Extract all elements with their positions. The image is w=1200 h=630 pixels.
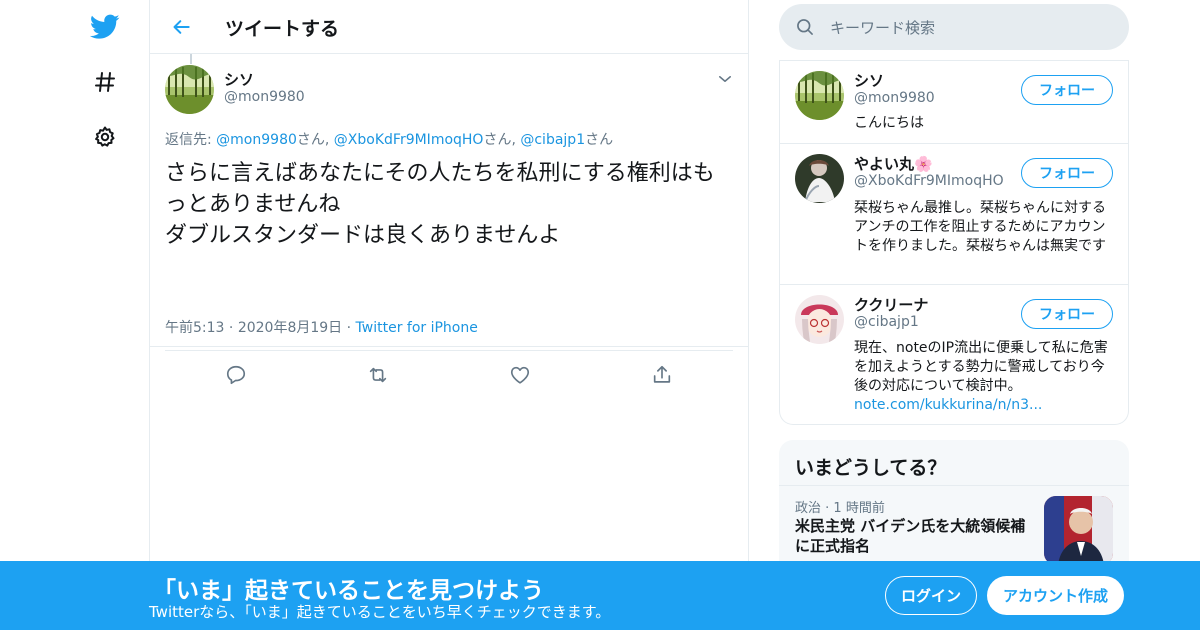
- separator-dot: ·: [342, 320, 356, 336]
- user-handle[interactable]: @cibajp1: [854, 314, 919, 330]
- reply-to: 返信先: @mon9980さん, @XboKdFr9MImoqHOさん, @ci…: [165, 129, 613, 149]
- user-row[interactable]: シソ @mon9980 こんにちは フォロー: [780, 60, 1128, 143]
- separator-dot: ·: [224, 320, 238, 336]
- mention-link[interactable]: @cibajp1: [520, 132, 585, 148]
- left-nav: [0, 0, 150, 630]
- page-title: ツイートする: [225, 18, 340, 40]
- trend-category: 政治: [795, 501, 822, 516]
- login-button[interactable]: ログイン: [885, 576, 977, 615]
- tweet-date[interactable]: 2020年8月19日: [238, 320, 342, 336]
- chevron-down-icon[interactable]: [716, 70, 734, 88]
- trend-thumbnail[interactable]: [1044, 496, 1113, 565]
- banner-subtitle: Twitterなら、「いま」起きていることをいち早くチェックできます。: [149, 603, 611, 621]
- reply-label: 返信先:: [165, 132, 217, 148]
- trend-meta: 政治 · 1 時間前: [795, 497, 885, 516]
- user-row[interactable]: やよい丸🌸 @XboKdFr9MImoqHO 栞桜ちゃん最推し。栞桜ちゃんに対す…: [780, 143, 1128, 284]
- author-name[interactable]: シソ: [224, 69, 254, 90]
- user-name[interactable]: ククリーナ: [854, 294, 928, 315]
- mention-suffix: さん,: [483, 132, 521, 148]
- divider: [779, 485, 1129, 486]
- follow-button[interactable]: フォロー: [1021, 299, 1113, 329]
- back-arrow-icon[interactable]: [168, 13, 196, 41]
- page-header: ツイートする: [150, 0, 748, 54]
- separator-dot: ·: [821, 501, 834, 516]
- divider: [165, 350, 733, 351]
- thread-line: [190, 54, 192, 64]
- trends-title: いまどうしてる？: [795, 457, 947, 479]
- mention-link[interactable]: @XboKdFr9MImoqHO: [334, 132, 484, 148]
- trend-time: 1 時間前: [833, 501, 885, 516]
- mention-suffix: さん,: [296, 132, 334, 148]
- related-users: シソ @mon9980 こんにちは フォロー やよい丸🌸 @XboKdFr9MI…: [779, 60, 1129, 425]
- user-bio: 栞桜ちゃん最推し。栞桜ちゃんに対するアンチの工作を阻止するためにアカウントを作り…: [854, 200, 1106, 254]
- banner-title: 「いま」起きていることを見つけよう: [153, 578, 544, 604]
- follow-button[interactable]: フォロー: [1021, 75, 1113, 105]
- user-bio-link[interactable]: note.com/kukkurina/n/n3...: [854, 397, 1042, 413]
- like-icon[interactable]: [507, 362, 533, 388]
- user-bio: 現在、noteのIP流出に便乗して私に危害を加えようとする勢力に警戒しており今後…: [854, 339, 1114, 415]
- hashtag-icon[interactable]: [88, 65, 122, 99]
- user-row[interactable]: ククリーナ @cibajp1 現在、noteのIP流出に便乗して私に危害を加えよ…: [780, 284, 1128, 424]
- search-input[interactable]: キーワード検索: [779, 4, 1129, 50]
- main-column: ツイートする シソ @mon9980 返信先: @mon9980さん, @Xbo…: [149, 0, 749, 630]
- mention-link[interactable]: @mon9980: [216, 132, 297, 148]
- avatar[interactable]: [795, 154, 844, 203]
- tweet: シソ @mon9980 返信先: @mon9980さん, @XboKdFr9MI…: [150, 54, 748, 385]
- tweet-text: さらに言えばあなたにその人たちを私刑にする権利はもっとありませんね ダブルスタン…: [165, 161, 715, 248]
- reply-icon[interactable]: [223, 362, 249, 388]
- author-handle[interactable]: @mon9980: [224, 89, 305, 105]
- twitter-logo-icon[interactable]: [88, 10, 122, 44]
- search-placeholder: キーワード検索: [830, 19, 936, 37]
- user-handle[interactable]: @XboKdFr9MImoqHO: [854, 173, 1004, 189]
- search-icon: [795, 17, 815, 37]
- user-name[interactable]: やよい丸🌸: [854, 153, 933, 174]
- user-name[interactable]: シソ: [854, 70, 884, 91]
- avatar[interactable]: [795, 295, 844, 344]
- tweet-meta: 午前5:13 · 2020年8月19日 · Twitter for iPhone: [165, 317, 478, 337]
- mention-suffix: さん: [585, 132, 614, 148]
- retweet-icon[interactable]: [365, 362, 391, 388]
- gear-icon[interactable]: [88, 120, 122, 154]
- trend-headline[interactable]: 米民主党 バイデン氏を大統領候補に正式指名: [795, 516, 1033, 556]
- signup-banner: 「いま」起きていることを見つけよう Twitterなら、「いま」起きていることを…: [0, 561, 1200, 630]
- share-icon[interactable]: [649, 362, 675, 388]
- avatar[interactable]: [795, 71, 844, 120]
- user-bio: こんにちは: [854, 115, 924, 131]
- avatar[interactable]: [165, 65, 214, 114]
- user-handle[interactable]: @mon9980: [854, 90, 935, 106]
- follow-button[interactable]: フォロー: [1021, 158, 1113, 188]
- user-bio-text: 現在、noteのIP流出に便乗して私に危害を加えようとする勢力に警戒しており今後…: [854, 340, 1108, 394]
- tweet-source[interactable]: Twitter for iPhone: [356, 320, 478, 336]
- signup-button[interactable]: アカウント作成: [987, 576, 1124, 615]
- tweet-time[interactable]: 午前5:13: [165, 320, 224, 336]
